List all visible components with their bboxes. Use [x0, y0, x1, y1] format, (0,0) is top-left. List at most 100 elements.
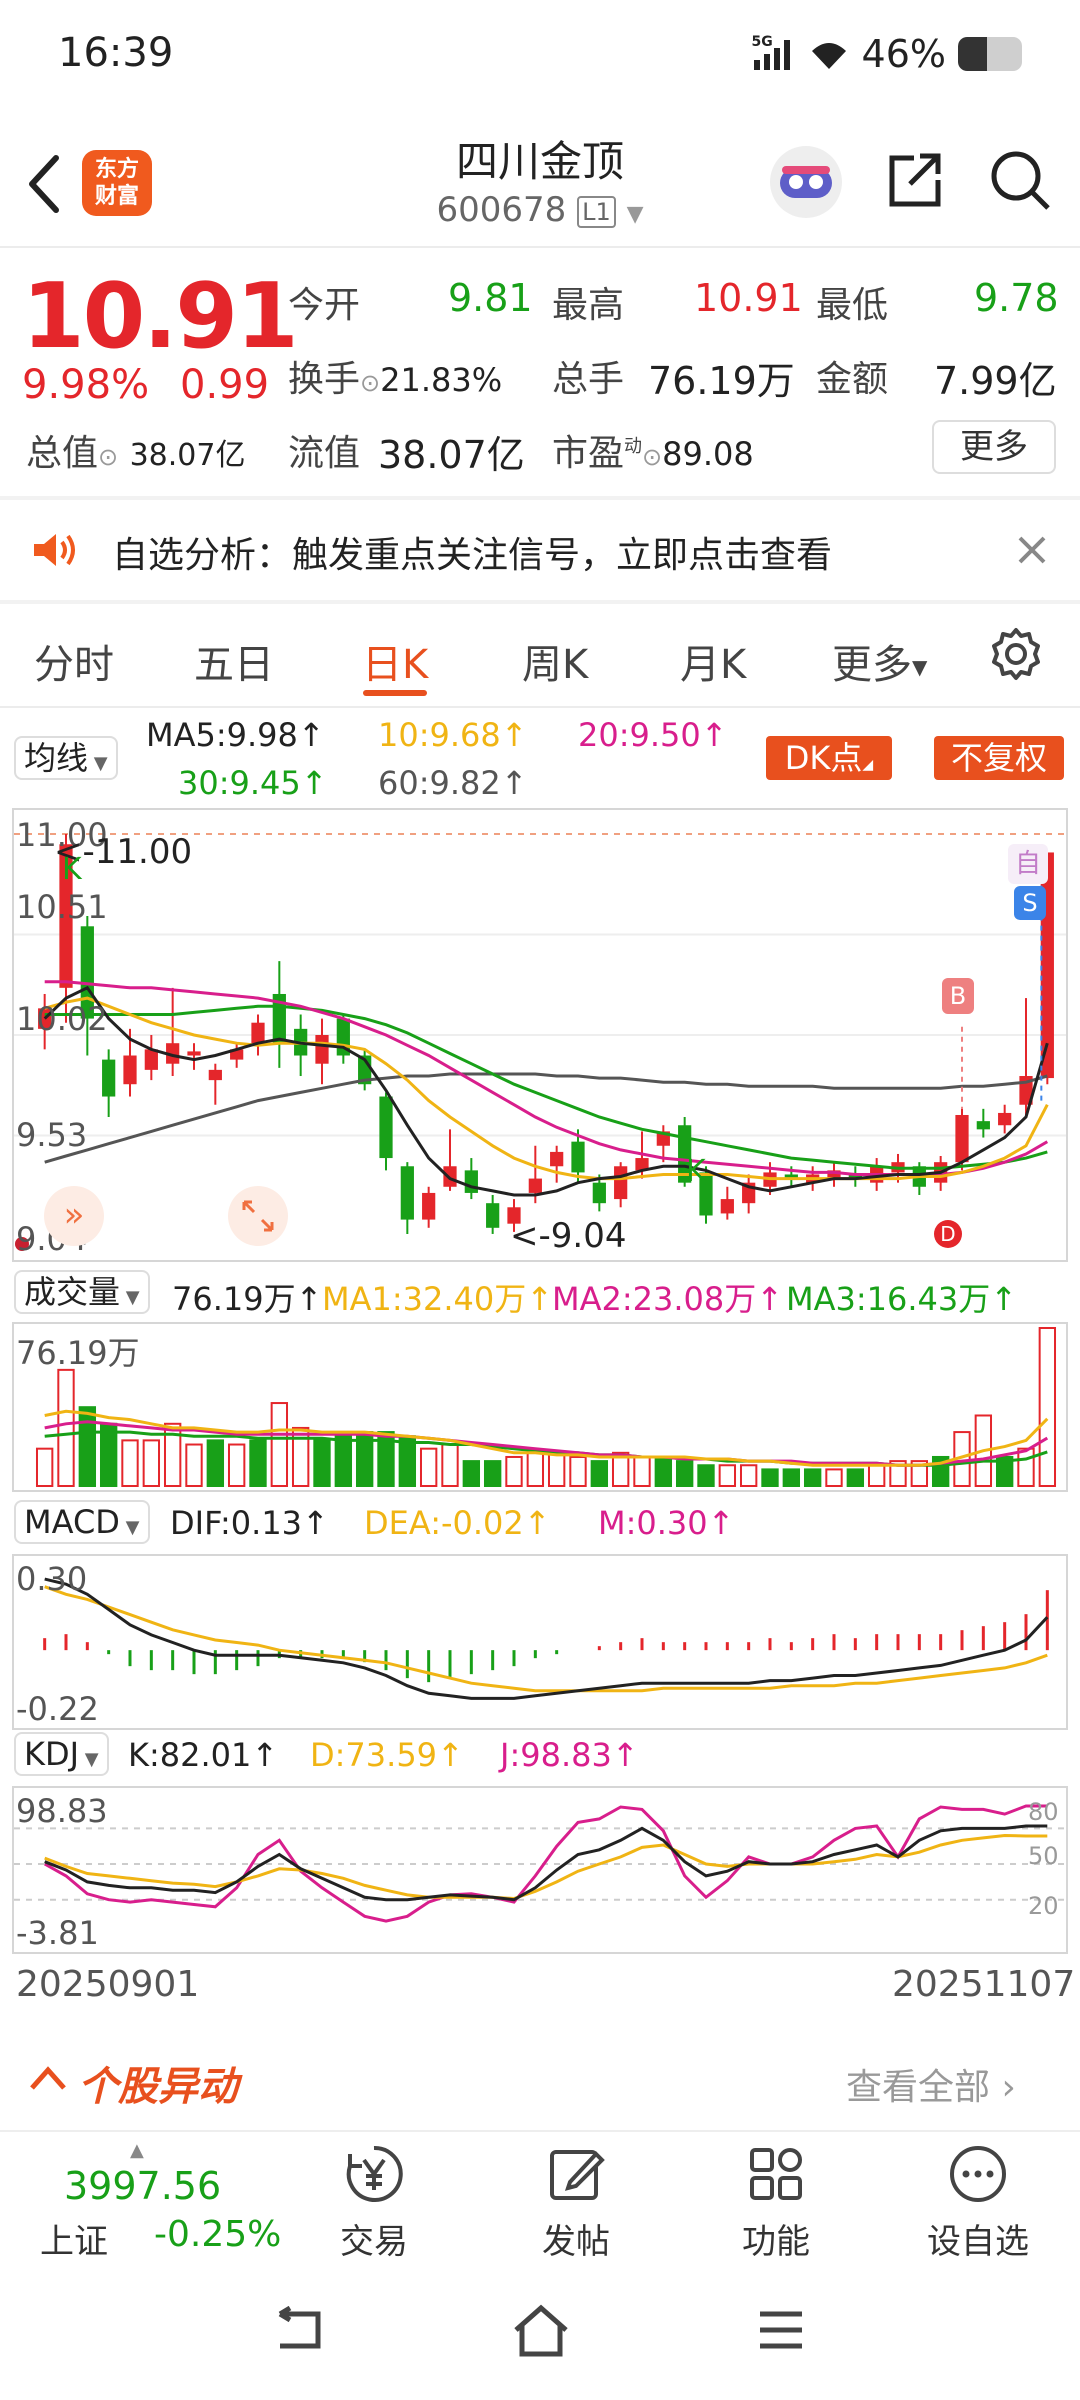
dropdown-caret-icon: ▼: [88, 753, 108, 774]
back-nav-icon[interactable]: [270, 2306, 326, 2356]
dropdown-caret-icon: ▼: [626, 202, 644, 227]
robot-assistant-icon[interactable]: [768, 144, 844, 220]
mktcap-row: 总值⊙ 38.07亿: [26, 424, 245, 476]
volume-select[interactable]: 成交量 ▼: [14, 1270, 150, 1314]
change-percent: 9.98%: [22, 362, 150, 408]
volume-bar: [35, 1447, 54, 1487]
search-icon[interactable]: [988, 148, 1052, 212]
tab-minute[interactable]: 分时: [34, 632, 114, 690]
ma30-text: 30:9.45: [178, 764, 301, 802]
view-all-link[interactable]: 查看全部 ›: [846, 2058, 1016, 2110]
menu-nav-icon[interactable]: [756, 2308, 806, 2352]
gear-icon[interactable]: [988, 626, 1044, 682]
candle-body: [976, 1121, 990, 1130]
ma10-text: 10:9.68: [378, 716, 501, 754]
d-signal-marker[interactable]: D: [934, 1220, 962, 1248]
tab-five-day[interactable]: 五日: [194, 632, 274, 690]
add-watchlist-button[interactable]: 设自选: [908, 2144, 1048, 2263]
volume-bar: [803, 1468, 822, 1487]
ma20-text: 20:9.50: [578, 716, 701, 754]
divider: [0, 246, 1080, 248]
dropdown-caret-icon: ▼: [79, 1749, 99, 1770]
stock-code: 600678: [436, 190, 567, 230]
macd-panel[interactable]: 0.30 -0.22: [12, 1554, 1068, 1730]
candle-body: [486, 1203, 500, 1228]
grid-icon: [750, 2148, 802, 2200]
candle-body: [251, 1022, 265, 1044]
post-label: 发帖: [542, 2222, 610, 2262]
stock-alert-section[interactable]: 个股异动 查看全部 ›: [0, 2030, 1080, 2130]
volume-panel[interactable]: 76.19万: [12, 1322, 1068, 1492]
date-end: 20251107: [892, 1964, 1076, 2005]
kline-panel[interactable]: 11.00 10.51 10.02 9.53 9.04 <-11.00 <-9.…: [12, 808, 1068, 1262]
low-label: 最低: [816, 285, 889, 326]
dropdown-caret-icon: ▼: [120, 1287, 140, 1308]
analysis-banner[interactable]: 自选分析：触发重点关注信号，立即点击查看: [0, 500, 1080, 600]
tab-month-k[interactable]: 月K: [680, 632, 746, 690]
info-icon[interactable]: ⊙: [360, 369, 380, 397]
battery-percent: 46%: [861, 32, 946, 76]
candle-body: [144, 1049, 158, 1070]
vol-text: 76.19万: [172, 1280, 296, 1318]
ma60-line: [44, 1072, 1048, 1164]
kdj-ref-50: 50: [1028, 1842, 1059, 1870]
macd-axis-bottom: -0.22: [16, 1690, 99, 1728]
speaker-icon: [34, 534, 75, 566]
self-select-marker[interactable]: 自: [1008, 844, 1048, 884]
fullscreen-button[interactable]: [228, 1186, 288, 1246]
high-label: 最高: [552, 285, 625, 326]
volume-bar: [142, 1439, 161, 1487]
tab-day-k[interactable]: 日K: [362, 632, 428, 690]
volume-axis-top: 76.19万: [16, 1334, 140, 1372]
macd-m-value: M:0.30↑: [598, 1504, 735, 1542]
volume-bar: [483, 1460, 502, 1487]
function-button[interactable]: 功能: [706, 2144, 846, 2263]
home-nav-icon[interactable]: [512, 2304, 570, 2358]
volume-bar: [526, 1451, 545, 1487]
dk-point-label: DK点: [784, 739, 863, 777]
dea-value: DEA:-0.02↑: [364, 1504, 551, 1542]
macd-select[interactable]: MACD ▼: [14, 1500, 150, 1544]
candle-body: [379, 1096, 393, 1159]
info-icon[interactable]: ⊙: [642, 443, 662, 471]
pe-superscript: 动: [624, 436, 643, 457]
expand-left-button[interactable]: »: [44, 1186, 104, 1246]
more-button[interactable]: 更多: [932, 420, 1056, 474]
volume-bar: [739, 1464, 758, 1488]
share-icon[interactable]: [884, 148, 946, 210]
no-adjust-button[interactable]: 不复权: [934, 736, 1064, 780]
volume-bar: [718, 1464, 737, 1488]
kdj-panel[interactable]: 98.83 -3.81 80 50 20: [12, 1786, 1068, 1954]
min-price-label: <-9.04: [510, 1216, 627, 1256]
volume-bar: [249, 1439, 267, 1487]
kdj-select[interactable]: KDJ ▼: [14, 1732, 109, 1776]
tab-more-label: 更多: [832, 642, 912, 688]
active-tab-indicator: [363, 690, 427, 696]
info-icon[interactable]: ⊙: [98, 443, 118, 471]
vol-ma1-text: MA1:32.40万: [322, 1280, 527, 1318]
y-axis-tick: 10.51: [16, 888, 108, 926]
ma20-line: [44, 980, 1049, 1176]
mktcap-label: 总值: [26, 433, 99, 474]
volume-bar: [867, 1464, 886, 1488]
dk-point-button[interactable]: DK点◢: [766, 736, 892, 780]
sell-signal-marker[interactable]: S: [1014, 886, 1046, 920]
ma-select-label: 均线: [24, 739, 89, 777]
ma-select[interactable]: 均线 ▼: [14, 736, 118, 780]
tab-week-k[interactable]: 周K: [522, 632, 588, 690]
tab-more[interactable]: 更多▼: [832, 632, 927, 690]
close-icon[interactable]: [1016, 534, 1048, 566]
index-quote[interactable]: ▲ 3997.56 上证 -0.25%: [30, 2140, 290, 2266]
volume-value: 76.19万: [648, 359, 795, 403]
post-button[interactable]: 发帖: [506, 2144, 646, 2263]
ma60-value: 60:9.82↑: [378, 764, 528, 802]
yen-exchange-icon: [346, 2145, 403, 2202]
volume-bar: [654, 1455, 673, 1487]
k-marker: K: [686, 1154, 706, 1189]
ma60-text: 60:9.82: [378, 764, 501, 802]
kdj-k-text: K:82.01: [128, 1736, 252, 1774]
volume-bar: [227, 1443, 246, 1487]
buy-signal-marker[interactable]: B: [942, 978, 974, 1014]
trade-button[interactable]: 交易: [304, 2144, 444, 2263]
volume-bar: [121, 1439, 139, 1487]
